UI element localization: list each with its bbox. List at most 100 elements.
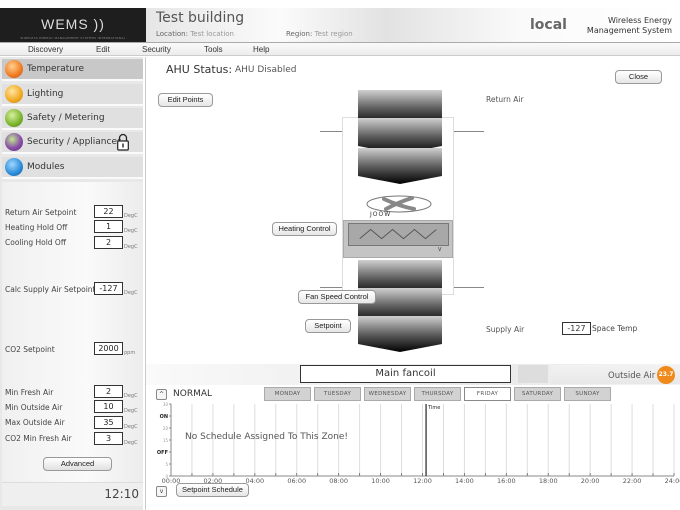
- tab-monday[interactable]: MONDAY: [264, 387, 311, 401]
- param-label: Max Outside Air: [5, 418, 65, 427]
- wems-logo: WEMS )) WIRELESS ENERGY MANAGEMENT SYSTE…: [0, 8, 146, 42]
- setpoint-schedule-button[interactable]: Setpoint Schedule: [176, 483, 249, 497]
- product-name: Wireless Energy Management System: [587, 16, 672, 36]
- menu-tools[interactable]: Tools: [204, 45, 223, 54]
- param-label: Cooling Hold Off: [5, 238, 67, 247]
- setpoint-button[interactable]: Setpoint: [305, 319, 351, 333]
- ahu-parameters-panel: Return Air Setpoint 22 DegC Heating Hold…: [2, 182, 143, 482]
- close-button[interactable]: Close: [615, 70, 662, 84]
- param-unit: DegC: [124, 424, 138, 430]
- x-tick-label: 24:00: [665, 477, 680, 484]
- product-name-line1: Wireless Energy: [607, 16, 672, 25]
- cooling-hold-off-field[interactable]: 2: [94, 236, 123, 249]
- x-tick-label: 20:00: [581, 477, 600, 484]
- zone-mode: NORMAL: [173, 389, 213, 399]
- x-tick-label: 06:00: [287, 477, 306, 484]
- sidebar-item-lighting[interactable]: Lighting: [2, 84, 143, 106]
- logo-subtitle: WIRELESS ENERGY MANAGEMENT SYSTEMS INTER…: [20, 35, 126, 40]
- co2-setpoint-field[interactable]: 2000: [94, 342, 123, 355]
- location-info: Location: Test location: [156, 30, 234, 38]
- menu-security[interactable]: Security: [142, 45, 171, 54]
- y-tick-label: ON: [160, 414, 168, 420]
- sidebar-item-label: Temperature: [27, 64, 85, 74]
- location-value: Test location: [190, 30, 234, 38]
- zone-spacer: [518, 365, 548, 383]
- outside-air-badge: 23.7: [657, 366, 675, 384]
- param-label: Calc Supply Air Setpoint: [5, 285, 96, 294]
- menu-help[interactable]: Help: [253, 45, 269, 54]
- y-tick-label: 30: [163, 402, 169, 407]
- sidebar-item-label: Modules: [27, 162, 65, 172]
- building-name: Test building: [156, 10, 245, 26]
- sidebar-item-label: Security / Appliances: [27, 137, 122, 147]
- logo-text: WEMS: [41, 15, 89, 32]
- coil-valve-label: V: [438, 247, 442, 253]
- param-unit: DegC: [124, 213, 138, 219]
- region-value: Test region: [314, 30, 353, 38]
- param-label: Min Outside Air: [5, 403, 63, 412]
- collapse-down-button[interactable]: v: [156, 486, 167, 497]
- supply-air-flow-chevron: [358, 316, 442, 352]
- safety-icon: [5, 109, 23, 127]
- fan-speed-control-button[interactable]: Fan Speed Control: [298, 290, 376, 304]
- min-outside-air-field[interactable]: 10: [94, 400, 123, 413]
- sidebar-item-security-appliances[interactable]: Security / Appliances: [2, 132, 143, 154]
- lighting-icon: [5, 85, 23, 103]
- region-info: Region: Test region: [286, 30, 353, 38]
- zone-name-field[interactable]: Main fancoil: [300, 365, 511, 383]
- heating-control-button[interactable]: Heating Control: [272, 222, 337, 236]
- sidebar-item-modules[interactable]: Modules: [2, 157, 143, 179]
- y-tick-label: 15: [163, 438, 169, 443]
- param-unit: DegC: [124, 393, 138, 399]
- schedule-chart: 00:00 02:00 04:00 06:00 08:00 10:00 12:00 14:00…: [157, 402, 680, 484]
- tab-tuesday[interactable]: TUESDAY: [314, 387, 361, 401]
- param-unit: DegC: [124, 228, 138, 234]
- space-temp-label: Space Temp: [592, 324, 638, 333]
- y-tick-label: 5: [165, 462, 168, 467]
- x-tick-label: 16:00: [497, 477, 516, 484]
- advanced-button[interactable]: Advanced: [43, 457, 112, 471]
- heating-coil-icon: [348, 223, 449, 246]
- sidebar-item-temperature[interactable]: Temperature: [2, 59, 143, 81]
- return-duct-line-right: [454, 131, 484, 132]
- x-tick-label: 18:00: [539, 477, 558, 484]
- product-name-line2: Management System: [586, 26, 672, 35]
- param-unit: DegC: [124, 408, 138, 414]
- supply-duct-line-right: [454, 287, 484, 288]
- supply-duct-line-left: [320, 287, 344, 288]
- tab-saturday[interactable]: SATURDAY: [514, 387, 561, 401]
- current-time-label: Time: [427, 405, 440, 411]
- co2-min-fresh-air-field[interactable]: 3: [94, 432, 123, 445]
- calc-supply-air-setpoint-field[interactable]: -127: [94, 282, 123, 295]
- x-tick-label: 22:00: [623, 477, 642, 484]
- param-unit: DegC: [124, 244, 138, 250]
- expand-up-button[interactable]: ^: [156, 389, 167, 400]
- tab-thursday[interactable]: THURSDAY: [414, 387, 461, 401]
- ahu-status-value: AHU Disabled: [235, 65, 297, 75]
- min-fresh-air-field[interactable]: 2: [94, 385, 123, 398]
- return-duct-line-left: [320, 131, 344, 132]
- return-air-flow-chevron: [358, 148, 442, 184]
- sidebar-item-label: Safety / Metering: [27, 113, 105, 123]
- return-air-setpoint-field[interactable]: 22: [94, 205, 123, 218]
- x-tick-label: 04:00: [245, 477, 264, 484]
- sidebar-item-safety-metering[interactable]: Safety / Metering: [2, 108, 143, 130]
- tab-sunday[interactable]: SUNDAY: [564, 387, 611, 401]
- tab-friday[interactable]: FRIDAY: [464, 387, 511, 401]
- space-temp-field[interactable]: -127: [562, 322, 591, 335]
- supply-air-label: Supply Air: [486, 325, 525, 334]
- menu-discovery[interactable]: Discovery: [28, 45, 63, 54]
- x-tick-label: 12:00: [413, 477, 432, 484]
- server-name: local: [530, 17, 567, 33]
- param-label: Heating Hold Off: [5, 223, 68, 232]
- y-tick-label: 20: [163, 426, 169, 431]
- tab-wednesday[interactable]: WEDNESDAY: [364, 387, 411, 401]
- param-label: Return Air Setpoint: [5, 208, 77, 217]
- menu-edit[interactable]: Edit: [96, 45, 110, 54]
- fan-label: JOOW: [370, 211, 392, 218]
- y-tick-label: OFF: [157, 450, 168, 456]
- heating-hold-off-field[interactable]: 1: [94, 220, 123, 233]
- edit-points-button[interactable]: Edit Points: [158, 93, 213, 107]
- max-outside-air-field[interactable]: 35: [94, 416, 123, 429]
- sidebar-item-label: Lighting: [27, 89, 64, 99]
